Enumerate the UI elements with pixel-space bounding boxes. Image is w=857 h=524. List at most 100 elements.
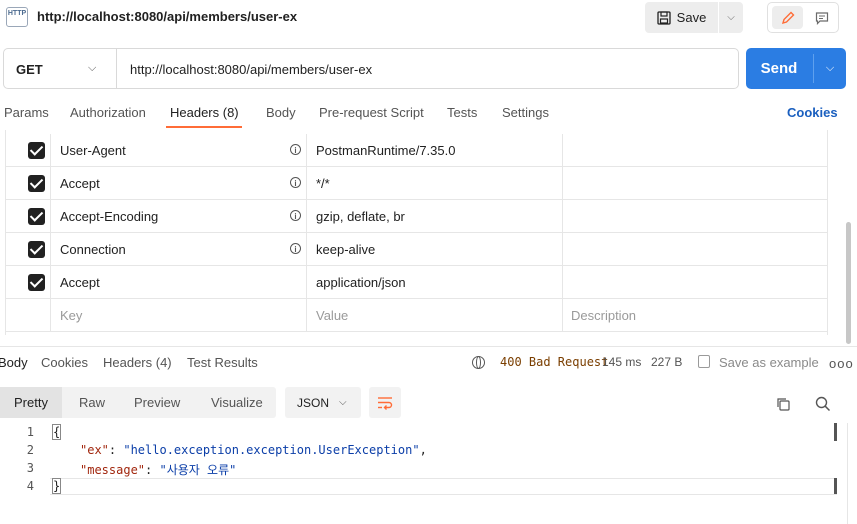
json-separator: :: [108, 443, 124, 457]
new-value-input[interactable]: Value: [316, 308, 348, 323]
new-key-input[interactable]: Key: [60, 308, 82, 323]
code-line[interactable]: "message": "사용자 오류": [80, 461, 236, 478]
line-number: 3: [26, 461, 34, 475]
globe-icon[interactable]: [472, 356, 485, 369]
view-raw[interactable]: Raw: [79, 387, 105, 418]
code-line[interactable]: }: [52, 478, 62, 494]
response-size[interactable]: 227 B: [651, 355, 682, 369]
header-value[interactable]: application/json: [316, 275, 406, 290]
table-row: User-Agent i PostmanRuntime/7.35.0: [6, 134, 827, 167]
view-preview[interactable]: Preview: [134, 387, 180, 418]
view-visualize[interactable]: Visualize: [211, 387, 263, 418]
header-value[interactable]: gzip, deflate, br: [316, 209, 405, 224]
close-brace: }: [52, 478, 62, 494]
save-example-icon: [698, 355, 710, 368]
line-number: 4: [26, 479, 34, 493]
http-request-icon: HTTP: [6, 7, 28, 27]
header-key[interactable]: Accept: [60, 176, 100, 191]
save-as-example-button[interactable]: Save as example: [719, 355, 819, 370]
url-bar: GET ⌵ http://localhost:8080/api/members/…: [3, 48, 739, 89]
response-tab-cookies[interactable]: Cookies: [41, 355, 88, 370]
table-row: Connection i keep-alive: [6, 233, 827, 266]
header-enabled-checkbox[interactable]: [28, 241, 45, 258]
open-brace: {: [52, 424, 62, 440]
header-enabled-checkbox[interactable]: [28, 175, 45, 192]
code-line[interactable]: {: [52, 424, 62, 440]
header-key[interactable]: Connection: [60, 242, 126, 257]
header-enabled-checkbox[interactable]: [28, 274, 45, 291]
json-separator: :: [145, 463, 160, 477]
scrollbar[interactable]: [846, 222, 851, 344]
line-number: 2: [26, 443, 34, 457]
format-select[interactable]: JSON ⌵: [285, 387, 361, 418]
copy-icon[interactable]: [776, 397, 790, 414]
info-icon[interactable]: i: [290, 210, 301, 221]
tab-pre-request-script[interactable]: Pre-request Script: [319, 105, 424, 120]
send-button-group: Send ⌵: [746, 48, 846, 89]
response-tab-body[interactable]: Body: [0, 355, 28, 370]
wrap-lines-icon: [378, 396, 393, 410]
send-options-button[interactable]: ⌵: [814, 48, 846, 89]
format-label: JSON: [297, 395, 330, 410]
save-icon: [657, 10, 671, 25]
url-input[interactable]: http://localhost:8080/api/members/user-e…: [130, 62, 372, 77]
response-tab-headers[interactable]: Headers (4): [103, 355, 172, 370]
json-value: "hello.exception.exception.UserException…: [123, 443, 420, 457]
edit-mode-button[interactable]: [772, 6, 803, 29]
view-pretty[interactable]: Pretty: [0, 387, 62, 418]
documentation-button[interactable]: [806, 6, 837, 29]
save-button[interactable]: Save: [645, 2, 718, 33]
header-value[interactable]: */*: [316, 176, 330, 191]
chevron-down-icon: ⌵: [727, 12, 735, 23]
header-value[interactable]: keep-alive: [316, 242, 375, 257]
line-number: 1: [26, 425, 34, 439]
editor-scroll-marker[interactable]: [834, 478, 837, 494]
divider: [0, 346, 857, 347]
info-icon[interactable]: i: [290, 243, 301, 254]
headers-table: User-Agent i PostmanRuntime/7.35.0 Accep…: [5, 130, 828, 335]
send-button[interactable]: Send: [746, 48, 812, 89]
tab-params[interactable]: Params: [4, 105, 49, 120]
save-options-button[interactable]: ⌵: [719, 2, 743, 33]
wrap-lines-button[interactable]: [369, 387, 401, 418]
tab-tests[interactable]: Tests: [447, 105, 477, 120]
json-key: "ex": [80, 443, 109, 457]
status-code[interactable]: 400 Bad Request: [500, 355, 608, 369]
search-icon[interactable]: [815, 396, 831, 415]
table-row: Accept i */*: [6, 167, 827, 200]
comment-icon: [815, 11, 828, 25]
chevron-down-icon[interactable]: ⌵: [88, 62, 96, 75]
header-key[interactable]: Accept-Encoding: [60, 209, 158, 224]
json-value: "사용자 오류": [159, 463, 237, 477]
header-key[interactable]: Accept: [60, 275, 100, 290]
request-title[interactable]: http://localhost:8080/api/members/user-e…: [37, 9, 297, 24]
cookies-link[interactable]: Cookies: [787, 105, 838, 120]
new-description-input[interactable]: Description: [571, 308, 636, 323]
more-options-icon[interactable]: ooo: [829, 356, 854, 371]
method-select[interactable]: GET: [16, 62, 43, 77]
response-time[interactable]: 145 ms: [602, 355, 641, 369]
code-line[interactable]: "ex": "hello.exception.exception.UserExc…: [80, 443, 427, 457]
info-icon[interactable]: i: [290, 144, 301, 155]
save-button-group: Save ⌵: [645, 2, 743, 33]
active-tab-indicator: [166, 126, 242, 128]
chevron-down-icon: ⌵: [339, 397, 347, 408]
response-tab-test-results[interactable]: Test Results: [187, 355, 258, 370]
edit-mode-toggle: [767, 2, 839, 33]
tab-settings[interactable]: Settings: [502, 105, 549, 120]
tab-authorization[interactable]: Authorization: [70, 105, 146, 120]
divider: [116, 49, 117, 88]
editor-scroll-marker[interactable]: [834, 423, 837, 441]
header-enabled-checkbox[interactable]: [28, 142, 45, 159]
table-row-new: Key Value Description: [6, 299, 827, 332]
header-enabled-checkbox[interactable]: [28, 208, 45, 225]
header-key[interactable]: User-Agent: [60, 143, 126, 158]
header-value[interactable]: PostmanRuntime/7.35.0: [316, 143, 455, 158]
tab-body[interactable]: Body: [266, 105, 296, 120]
pencil-icon: [781, 11, 794, 24]
view-mode-group: Pretty Raw Preview Visualize: [0, 387, 276, 418]
info-icon[interactable]: i: [290, 177, 301, 188]
tab-headers[interactable]: Headers (8): [170, 105, 239, 120]
current-line-highlight: [50, 478, 837, 495]
table-row: Accept-Encoding i gzip, deflate, br: [6, 200, 827, 233]
